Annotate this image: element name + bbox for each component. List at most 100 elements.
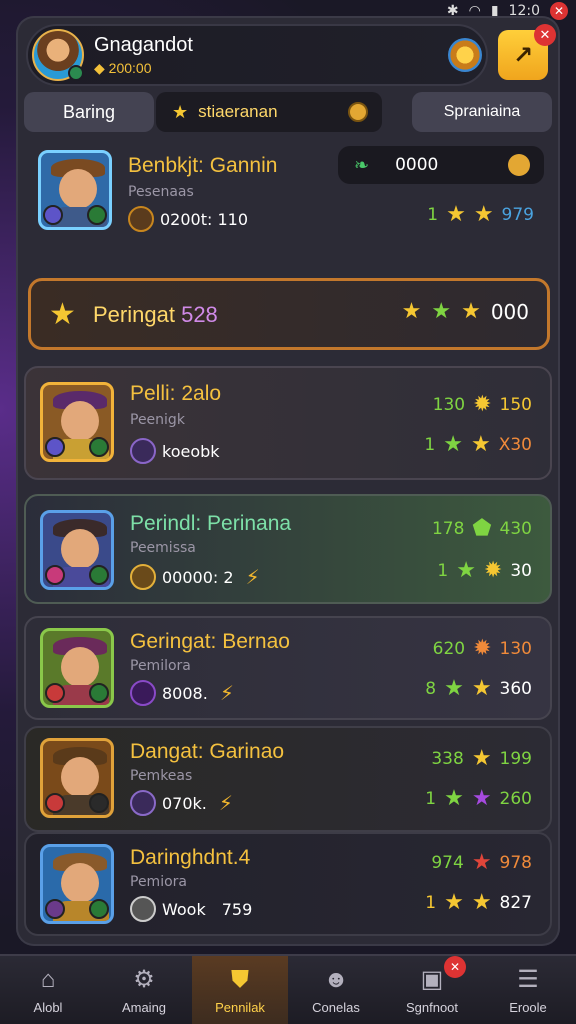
list-item[interactable]: Pelli: 2alo Peenigk koeobk 130 ✹ 150 1 ★… [24, 366, 552, 480]
star-icon: ★ [443, 432, 463, 457]
row-meta: 070k. ⚡ [130, 790, 233, 816]
stat-value: 1 [437, 560, 449, 581]
book-icon: ▣ [420, 966, 444, 993]
row-subtitle: Pemiora [130, 874, 187, 890]
stat-value: 1 [425, 788, 437, 809]
profile-bar[interactable]: Gnagandot ◆ 200:00 [26, 24, 488, 86]
shield-icon: ⛊ [231, 965, 249, 993]
medal-icon [128, 206, 154, 232]
home-icon: ⌂ [40, 965, 56, 993]
coin-icon: ◆ [94, 60, 105, 76]
nav-item-conelas[interactable]: ☻ Conelas [288, 956, 384, 1024]
stat-value: 130 [432, 394, 466, 415]
star-icon: ★ [471, 746, 492, 771]
role-badge-icon [45, 793, 65, 813]
row-stats-top: 974 ★ 978 [431, 850, 532, 875]
coin-icon [348, 102, 368, 122]
list-item[interactable]: Dangat: Garinao Pemkeas 070k. ⚡ 338 ★ 19… [24, 726, 552, 832]
gear-icon: ⚙ [133, 966, 155, 993]
stat-value: 30 [510, 560, 532, 581]
nav-item-pennilak[interactable]: ⛊ Pennilak [192, 956, 288, 1024]
tab-bar: Baring ★ stiaeranan Spraniaina [24, 92, 552, 132]
close-icon[interactable]: ✕ [534, 24, 556, 46]
list-item[interactable]: Geringat: Bernao Pemilora 8008. ⚡ 620 ✹ … [24, 616, 552, 720]
row-title: Dangat: Garinao [130, 740, 285, 763]
star-icon: ★ [471, 786, 492, 811]
menu-icon: ☰ [517, 966, 539, 993]
row-title: Perindl: Perinana [130, 512, 292, 535]
star-icon: ★ [471, 890, 492, 915]
gem-icon [130, 438, 156, 464]
star-icon: ★ [470, 432, 491, 457]
coin-icon [130, 564, 156, 590]
row-title: Geringat: Bernao [130, 630, 290, 653]
nav-item-settings[interactable]: ⚙ Amaing [96, 956, 192, 1024]
row-title: Pelli: 2alo [130, 382, 222, 405]
nav-label: Amaing [121, 1000, 167, 1015]
nav-item-home[interactable]: ⌂ Alobl [0, 956, 96, 1024]
stat-value: 178 [431, 518, 465, 539]
gem-icon [130, 680, 156, 706]
row-stats-top: 130 ✹ 150 [433, 392, 532, 417]
nav-item-sgnfnoot[interactable]: ▣ Sgnfnoot ✕ [384, 956, 480, 1024]
list-item[interactable]: Perindl: Perinana Peemissa 00000: 2 ⚡ 17… [24, 494, 552, 604]
profile-coins: ◆ 200:00 [94, 60, 152, 77]
star-icon: ★ [401, 299, 422, 324]
stat-value: 150 [499, 394, 532, 415]
list-item[interactable]: Benbkjt: Gannin Pesenaas 0200t: 110 ❧ 00… [24, 146, 552, 246]
star-icon: ★ [456, 558, 476, 583]
row-subtitle: Pemkeas [130, 768, 193, 784]
nav-label: Alobl [33, 999, 63, 1015]
row-title: Benbkjt: Gannin [128, 154, 278, 177]
skull-icon [130, 896, 156, 922]
avatar [40, 510, 114, 590]
row-stats-bottom: 1 ★ ★ X30 [424, 432, 532, 457]
avatar[interactable] [32, 29, 84, 81]
notification-icon: ✕ [444, 956, 466, 978]
rank-badge-icon [89, 565, 109, 585]
stat-value: 1 [425, 892, 437, 913]
group-icon: ☻ [323, 965, 349, 993]
nav-item-eroole[interactable]: ☰ Eroole [480, 956, 576, 1024]
star-icon: ★ [446, 202, 466, 227]
row-stats-bottom: 8 ★ ★ 360 [425, 676, 532, 701]
banner-stats: ★ ★ ★ 000 [402, 299, 529, 324]
banner-label: Peringat 528 [93, 302, 218, 328]
stat-value: 130 [499, 638, 532, 659]
profile-name: Gnagandot [94, 34, 193, 56]
star-icon: ★ [471, 676, 492, 701]
star-icon: ★ [444, 786, 464, 811]
meta-value: 0200t: 110 [160, 209, 249, 229]
row-stats-bottom: 1 ★ ★ 827 [425, 890, 532, 915]
star-icon: ★ [444, 890, 464, 915]
stat-value: 260 [499, 788, 532, 809]
row-title: Daringhdnt.4 [130, 846, 251, 869]
stat-value: 8 [425, 678, 437, 699]
list-item[interactable]: Daringhdnt.4 Pemiora Wook 759 974 ★ 978 … [24, 832, 552, 936]
star-icon: ★ [172, 101, 189, 122]
gear-star-icon: ✹ [473, 392, 492, 417]
tab-spraniaina[interactable]: Spraniaina [412, 92, 552, 132]
meta-value: koeobk [162, 441, 220, 461]
banner-text: Peringat [93, 302, 175, 327]
rank-badge-icon [89, 683, 109, 703]
highlight-banner[interactable]: ★ Peringat 528 ★ ★ ★ 000 [28, 278, 550, 350]
stat-value: 978 [499, 852, 532, 873]
nav-label: Eroole [509, 1000, 547, 1015]
row-subtitle: Peenigk [130, 412, 185, 428]
avatar [40, 844, 114, 924]
row-stats-bottom: 1 ★ ★ 260 [425, 786, 532, 811]
trophy-icon[interactable] [448, 38, 482, 72]
coin-icon [508, 154, 530, 176]
avatar [40, 382, 114, 462]
row-meta: 00000: 2 ⚡ [130, 564, 260, 590]
row-subtitle: Pemilora [130, 658, 191, 674]
role-badge-icon [45, 437, 65, 457]
row-meta: koeobk [130, 438, 220, 464]
status-close-icon[interactable]: ✕ [550, 2, 568, 20]
role-badge-icon [45, 565, 65, 585]
tab-baring[interactable]: Baring [24, 92, 154, 132]
search-tab[interactable]: ★ stiaeranan [156, 92, 382, 132]
menu-button[interactable]: ↗ ✕ [498, 24, 556, 80]
stat-value: 979 [501, 204, 534, 225]
